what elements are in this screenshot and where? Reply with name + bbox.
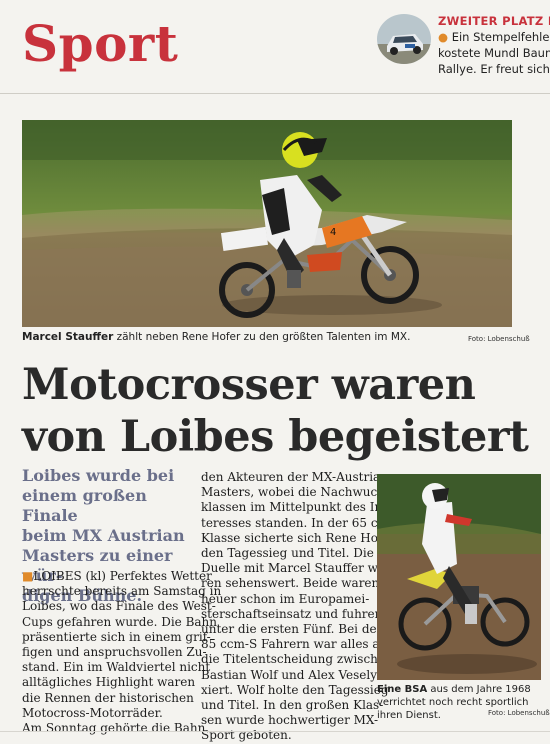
byline: LOIBES (kl) xyxy=(33,569,106,583)
body-line: und Titel. In den großen Klas- xyxy=(201,698,384,713)
body-line: 85 ccm-S Fahrern war alles auf xyxy=(201,637,392,652)
body-line: Duelle mit Marcel Stauffer wa- xyxy=(201,561,390,576)
teaser-line: ● Ein Stempelfehler v xyxy=(438,30,550,44)
body-line: Motocross-Motorräder. xyxy=(22,705,163,720)
lead-line: einem großen Finale xyxy=(22,486,147,525)
headline-line-2: von Loibes begeistert xyxy=(22,412,529,462)
article-column-1: ■LOIBES (kl) Perfektes Wetter herrschte … xyxy=(22,569,222,736)
body-line: die Rennen der historischen xyxy=(22,690,194,705)
body-line: klassen im Mittelpunkt des In- xyxy=(201,500,387,515)
body-line: ren sehenswert. Beide waren xyxy=(201,576,380,591)
body-line: ■LOIBES (kl) Perfektes Wetter xyxy=(22,569,212,584)
motocross-rider-photo: 4 xyxy=(22,120,512,327)
side-photo xyxy=(377,474,541,680)
body-line: Klasse sicherte sich Rene Hofer xyxy=(201,530,396,545)
vintage-motorcycle-photo xyxy=(377,474,541,680)
article-column-2: den Akteuren der MX-Austrian Masters, wo… xyxy=(201,470,396,744)
photo-credit: Foto: Lobenschuß xyxy=(468,335,530,343)
body-line: stand. Ein im Waldviertel nicht xyxy=(22,660,211,675)
teaser-thumbnail[interactable] xyxy=(377,14,431,64)
body-line: heuer schon im Europamei- xyxy=(201,591,370,606)
caption-name: Eine BSA xyxy=(377,684,428,695)
photo-credit: Foto: Lobenschuß xyxy=(488,709,550,717)
lead-line: beim MX Austrian xyxy=(22,526,185,545)
headline-line-1: Motocrosser waren xyxy=(22,360,476,410)
body-line: Am Sonntag gehörte die Bahn xyxy=(22,721,206,736)
teaser-kicker[interactable]: ZWEITER PLATZ DE xyxy=(438,14,550,28)
header-divider xyxy=(0,93,550,94)
body-line: den Akteuren der MX-Austrian xyxy=(201,470,388,484)
lead-line: Loibes wurde bei xyxy=(22,466,175,485)
teaser-line: kostete Mundl Baum xyxy=(438,46,550,60)
body-line: Loibes, wo das Finale des West- xyxy=(22,599,216,614)
body-line: sterschaftseinsatz und fuhren xyxy=(201,606,383,621)
caption-text: zählt neben Rene Hofer zu den größten Ta… xyxy=(113,331,411,343)
bike-number: 4 xyxy=(330,227,336,238)
body-line: die Titelentscheidung zwischen xyxy=(201,652,393,667)
body-line: Bastian Wolf und Alex Vesely fi- xyxy=(201,667,393,682)
main-photo: 4 xyxy=(22,120,512,327)
section-title: Sport xyxy=(22,14,179,73)
body-line: Masters, wobei die Nachwuchs- xyxy=(201,485,396,500)
body-line: Cups gefahren wurde. Die Bahn xyxy=(22,614,218,629)
body-line: den Tagessieg und Titel. Die xyxy=(201,546,374,561)
body-line: alltägliches Highlight waren xyxy=(22,675,196,690)
bullet-icon: ■ xyxy=(22,569,34,583)
main-photo-caption: Marcel Stauffer zählt neben Rene Hofer z… xyxy=(22,331,442,343)
teaser-line: Rallye. Er freut sich se xyxy=(438,62,550,76)
teaser-text: Ein Stempelfehler v xyxy=(451,30,550,44)
rally-car-photo xyxy=(377,14,431,64)
body-line: herrschte bereits am Samstag in xyxy=(22,584,222,599)
page-bottom-edge xyxy=(0,731,550,732)
body-line: präsentierte sich in einem grif- xyxy=(22,629,211,644)
body-text: Perfektes Wetter xyxy=(105,569,212,583)
body-line: teresses standen. In der 65 ccm xyxy=(201,515,396,530)
body-line: figen und anspruchsvollen Zu- xyxy=(22,645,207,660)
caption-name: Marcel Stauffer xyxy=(22,331,114,343)
body-line: sen wurde hochwertiger MX- xyxy=(201,713,379,728)
body-line: unter die ersten Fünf. Bei den xyxy=(201,622,385,637)
bullet-icon: ● xyxy=(438,30,449,44)
body-line: xiert. Wolf holte den Tagessieg xyxy=(201,682,389,697)
